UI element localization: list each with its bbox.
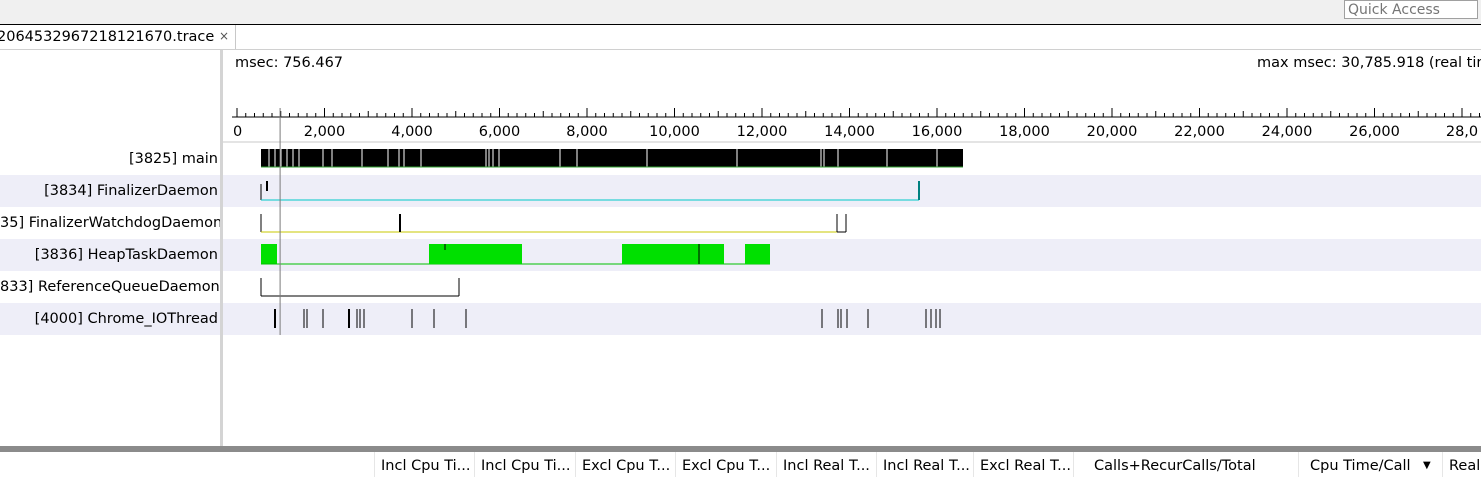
column-incl-cpu-time[interactable]: Incl Cpu Ti... — [474, 452, 575, 477]
time-ruler: 0 2,000 4,000 6,000 8,000 10,000 12,000 14,000 1… — [232, 108, 1481, 140]
row-bg-heap-task-daemon — [223, 239, 1481, 271]
timeline-view[interactable]: msec: 756.467 max msec: 30,785.918 (real… — [223, 50, 1481, 446]
reference-queue-activity — [260, 278, 460, 297]
timeline-canvas[interactable]: 0 2,000 4,000 6,000 8,000 10,000 12,000 14,000 1… — [223, 50, 1481, 446]
thread-name-finalizer-daemon[interactable]: [3834] FinalizerDaemon — [0, 175, 220, 207]
column-cpu-time-per-call[interactable]: Cpu Time/Call — [1298, 452, 1435, 477]
ruler-tick-label: 8,000 — [566, 124, 608, 140]
ruler-tick-label: 14,000 — [824, 124, 875, 140]
profile-column-header: Incl Cpu Ti... Incl Cpu Ti... Excl Cpu T… — [0, 452, 1481, 477]
main-thread-activity — [261, 149, 963, 168]
row-bg-finalizer-daemon — [223, 175, 1481, 207]
thread-names-panel: [3825] main [3834] FinalizerDaemon 35] F… — [0, 50, 220, 446]
thread-name-reference-queue-daemon[interactable]: 833] ReferenceQueueDaemon — [0, 271, 220, 303]
column-excl-cpu-time-percent[interactable]: Excl Cpu T... — [575, 452, 675, 477]
ruler-tick-label: 12,000 — [737, 124, 788, 140]
sort-desc-icon: ▼ — [1423, 460, 1431, 471]
thread-name-chrome-iothread[interactable]: [4000] Chrome_IOThread — [0, 303, 220, 335]
column-incl-cpu-time-percent[interactable]: Incl Cpu Ti... — [374, 452, 474, 477]
thread-name-main[interactable]: [3825] main — [0, 143, 220, 175]
ruler-tick-label: 16,000 — [912, 124, 963, 140]
ruler-tick-label: 28,0 — [1446, 124, 1478, 140]
ruler-tick-label: 10,000 — [649, 124, 700, 140]
top-toolbar — [0, 0, 1481, 25]
column-incl-real-time[interactable]: Incl Real T... — [876, 452, 973, 477]
close-icon[interactable]: × — [219, 29, 229, 43]
ruler-tick-label: 4,000 — [391, 124, 433, 140]
ruler-tick-label: 2,000 — [304, 124, 346, 140]
column-excl-cpu-time[interactable]: Excl Cpu T... — [675, 452, 776, 477]
column-incl-real-time-percent[interactable]: Incl Real T... — [776, 452, 876, 477]
ruler-tick-label: 6,000 — [479, 124, 521, 140]
ruler-tick-label: 18,000 — [999, 124, 1050, 140]
finalizer-watchdog-activity — [260, 214, 847, 233]
quick-access-input[interactable] — [1344, 0, 1478, 19]
column-real-time-per-call[interactable]: Real — [1442, 452, 1481, 477]
tab-label: 2064532967218121670.trace — [0, 29, 215, 45]
thread-name-finalizer-watchdog-daemon[interactable]: 35] FinalizerWatchdogDaemon — [0, 207, 220, 239]
column-calls[interactable]: Calls+RecurCalls/Total — [1073, 452, 1298, 477]
ruler-tick-label: 22,000 — [1174, 124, 1225, 140]
column-excl-real-time[interactable]: Excl Real T... — [973, 452, 1073, 477]
editor-tab-row: 2064532967218121670.trace × — [0, 25, 1481, 50]
ruler-tick-label: 24,000 — [1262, 124, 1313, 140]
ruler-tick-label: 20,000 — [1087, 124, 1138, 140]
thread-name-heap-task-daemon[interactable]: [3836] HeapTaskDaemon — [0, 239, 220, 271]
ruler-tick-label: 26,000 — [1349, 124, 1400, 140]
trace-file-tab[interactable]: 2064532967218121670.trace × — [0, 25, 236, 49]
ruler-tick-label: 0 — [233, 124, 242, 140]
